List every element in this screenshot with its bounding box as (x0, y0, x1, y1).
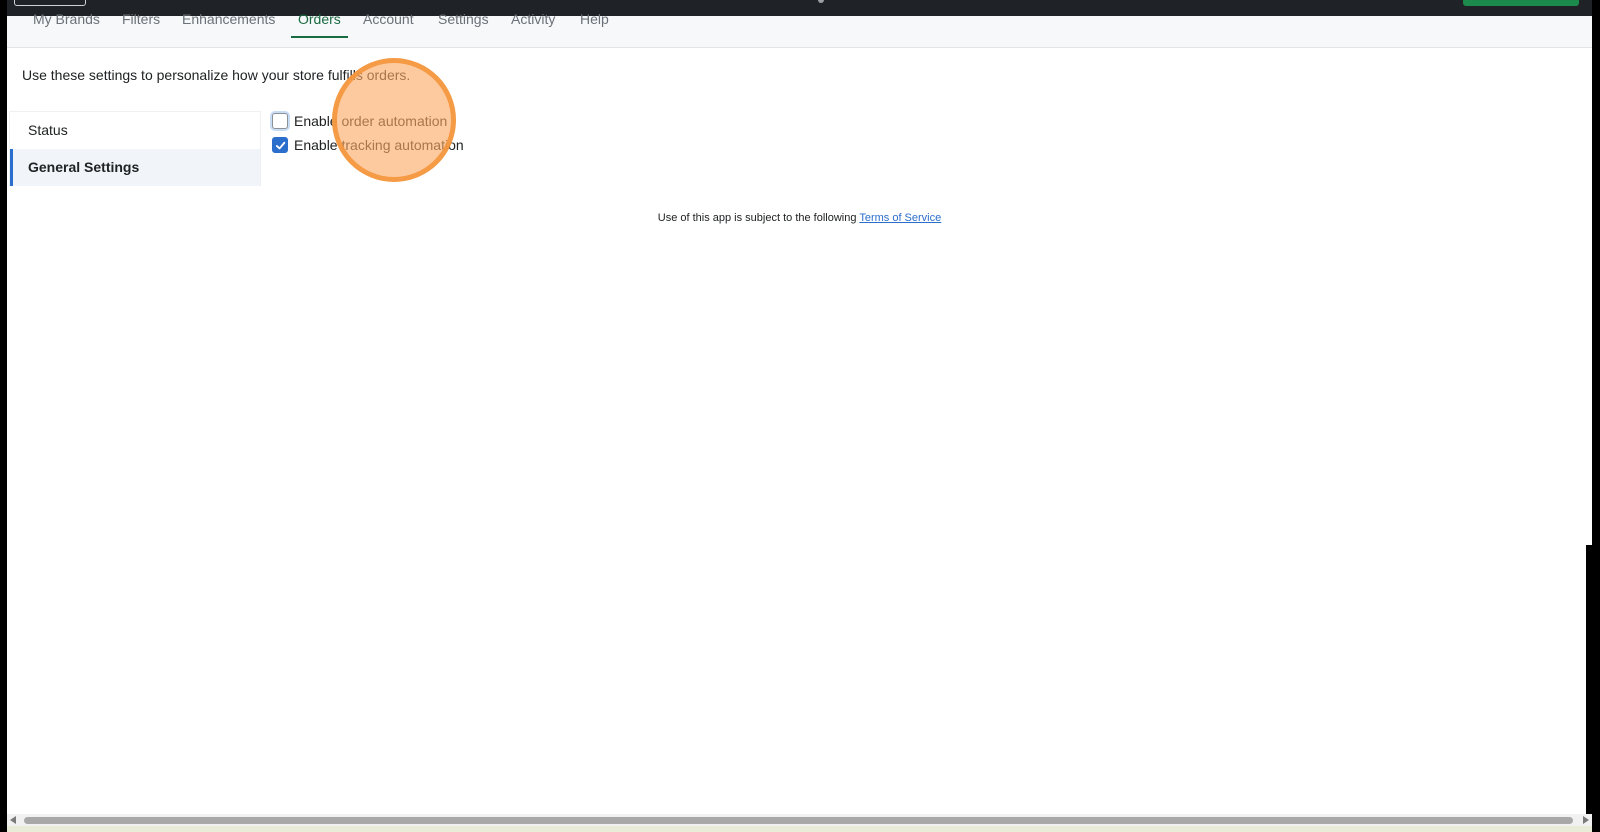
top-right-primary-button[interactable] (1463, 0, 1579, 6)
page-description: Use these settings to personalize how yo… (22, 67, 411, 83)
tab-account[interactable]: Account (356, 8, 421, 38)
tab-orders[interactable]: Orders (291, 8, 348, 38)
sidebar-item-general-settings[interactable]: General Settings (10, 149, 260, 186)
scroll-left-arrow-icon[interactable] (10, 816, 16, 824)
tab-my-brands[interactable]: My Brands (26, 8, 107, 38)
taskbar-strip (7, 826, 1592, 832)
order-automation-option[interactable]: Enable order automation (272, 113, 447, 129)
tab-enhancements[interactable]: Enhancements (175, 8, 282, 38)
tab-help[interactable]: Help (573, 8, 616, 38)
tracking-automation-checkbox[interactable] (272, 137, 288, 153)
horizontal-scrollbar[interactable] (7, 814, 1592, 826)
order-automation-label: Enable order automation (294, 113, 448, 129)
checkmark-icon (275, 141, 285, 149)
tab-activity[interactable]: Activity (504, 8, 562, 38)
settings-sidebar: Status General Settings (9, 111, 261, 186)
app-frame: My Brands Filters Enhancements Orders Ac… (7, 0, 1592, 832)
horizontal-scrollbar-thumb[interactable] (24, 817, 1573, 824)
terms-notice-text: Use of this app is subject to the follow… (657, 212, 860, 224)
top-left-button[interactable] (14, 0, 86, 6)
terms-of-service-link[interactable]: Terms of Service (859, 212, 941, 224)
window-edge (1586, 545, 1592, 815)
top-center-icon (818, 0, 824, 3)
tracking-automation-option[interactable]: Enable tracking automation (272, 137, 464, 153)
tracking-automation-label: Enable tracking automation (294, 137, 464, 153)
scroll-right-arrow-icon[interactable] (1583, 816, 1589, 824)
main-nav-tabs: My Brands Filters Enhancements Orders Ac… (7, 11, 1592, 48)
terms-notice: Use of this app is subject to the follow… (7, 212, 1592, 224)
sidebar-item-status[interactable]: Status (10, 112, 260, 149)
order-automation-checkbox[interactable] (272, 113, 288, 129)
tab-filters[interactable]: Filters (115, 8, 167, 38)
tab-settings[interactable]: Settings (431, 8, 496, 38)
